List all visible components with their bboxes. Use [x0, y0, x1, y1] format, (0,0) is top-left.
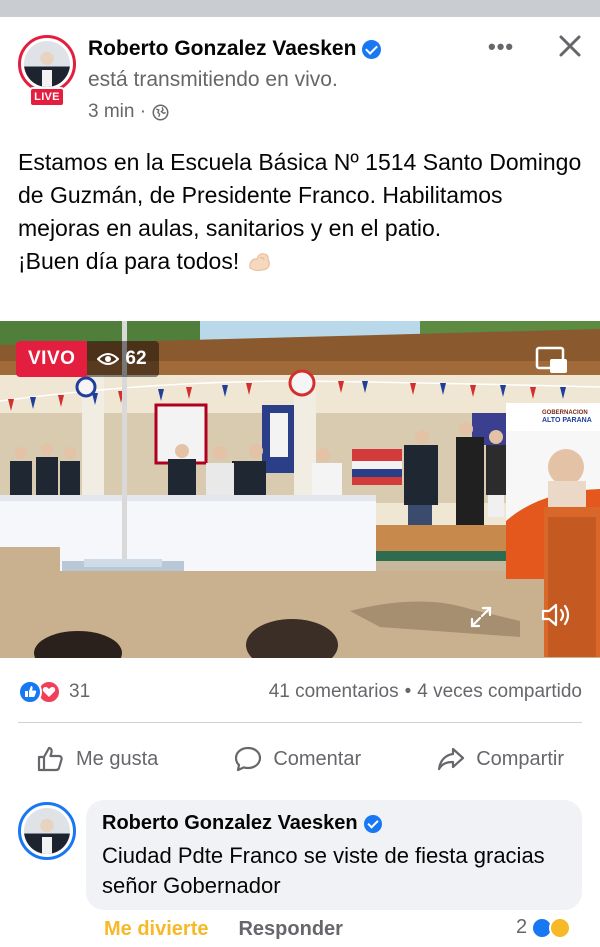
comment-reaction-count: 2 [516, 916, 528, 938]
reply-button[interactable]: Responder [238, 918, 342, 941]
post-header: LIVE Roberto Gonzalez Vaesken está trans… [0, 17, 600, 127]
speaker-icon[interactable] [540, 600, 572, 630]
shares-count[interactable]: 4 veces compartido [417, 681, 582, 703]
author-name[interactable]: Roberto Gonzalez Vaesken [88, 37, 356, 61]
reaction-count[interactable]: 31 [69, 681, 90, 703]
comment-reactions[interactable]: 2 [516, 916, 572, 939]
viewer-count: 62 [87, 341, 159, 377]
live-badge: LIVE [29, 87, 65, 107]
divider [18, 722, 582, 723]
commenter-avatar-image [24, 808, 70, 854]
top-strip [0, 0, 600, 17]
author-line: Roberto Gonzalez Vaesken [88, 37, 382, 61]
post-text-greeting: ¡Buen día para todos! [18, 245, 588, 278]
comment-label: Comentar [273, 747, 362, 770]
like-reaction-icon [18, 680, 42, 704]
avatar-image [24, 41, 70, 87]
like-label: Me gusta [76, 747, 159, 770]
stats-separator: • [404, 681, 412, 702]
engagement-stats: 41 comentarios • 4 veces compartido [269, 681, 582, 703]
post-text: Estamos en la Escuela Básica Nº 1514 San… [18, 146, 588, 278]
sign-text: GOBERNACION ALTO PARANA [542, 410, 592, 424]
comment-reaction-button[interactable]: Me divierte [104, 918, 208, 941]
globe-icon [152, 104, 169, 120]
reaction-icons[interactable] [18, 680, 61, 704]
flexed-biceps-emoji-icon [248, 253, 270, 271]
post-actions: Me gusta Comentar Compartir [18, 737, 582, 781]
comments-count[interactable]: 41 comentarios [269, 681, 399, 703]
verified-badge-icon [363, 814, 382, 833]
comment-bubble: Roberto Gonzalez Vaesken Ciudad Pdte Fra… [86, 800, 582, 910]
comment-author[interactable]: Roberto Gonzalez Vaesken [102, 812, 358, 835]
author-avatar[interactable]: LIVE [18, 35, 76, 107]
live-label: VIVO [16, 341, 88, 377]
live-indicator: VIVO 62 [16, 341, 159, 377]
thumbs-up-icon [37, 746, 63, 772]
more-options-button[interactable]: ••• [488, 36, 518, 58]
picture-in-picture-icon[interactable] [534, 343, 570, 377]
comment-button[interactable]: Comentar [215, 745, 379, 773]
verified-badge-icon [362, 39, 382, 59]
comment-author-line: Roberto Gonzalez Vaesken [102, 812, 566, 835]
comment-text: Ciudad Pdte Franco se viste de fiesta gr… [102, 843, 545, 898]
fullscreen-icon[interactable] [468, 604, 494, 630]
comment-actions: Me divierte Responder [104, 918, 343, 941]
share-button[interactable]: Compartir [418, 745, 582, 773]
share-arrow-icon [438, 747, 465, 771]
live-video[interactable]: GOBERNACION ALTO PARANA VIVO 62 [0, 321, 600, 658]
reactions-summary: 31 41 comentarios • 4 veces compartido [18, 676, 582, 708]
live-status: está transmitiendo en vivo. [88, 68, 338, 91]
like-button[interactable]: Me gusta [18, 745, 176, 773]
close-icon[interactable] [556, 32, 584, 60]
comment-bubble-icon [235, 746, 262, 772]
commenter-avatar[interactable] [18, 802, 76, 860]
eye-icon [97, 353, 120, 365]
share-label: Compartir [476, 747, 564, 770]
haha-reaction-icon [549, 916, 572, 939]
post-text-paragraph: Estamos en la Escuela Básica Nº 1514 San… [18, 149, 582, 241]
post-meta: 3 min · [88, 101, 169, 123]
post-time[interactable]: 3 min · [88, 101, 146, 123]
